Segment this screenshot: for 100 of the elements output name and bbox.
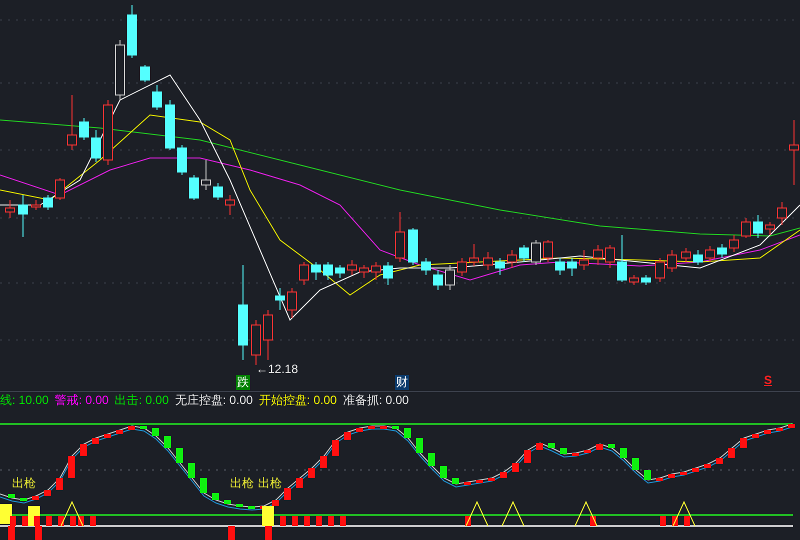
candlestick	[741, 218, 751, 238]
candlestick	[140, 64, 150, 82]
candlestick	[323, 262, 333, 280]
candlestick	[383, 262, 393, 286]
indicator-bar	[92, 438, 99, 444]
sell-signal-label: S	[764, 373, 772, 387]
candlestick	[693, 250, 703, 266]
indicator-bar	[452, 478, 459, 484]
candlestick	[127, 4, 137, 58]
indicator-value: 警戒: 0.00	[54, 392, 109, 408]
indicator-bar	[416, 438, 423, 453]
indicator-bar	[488, 478, 495, 481]
candlestick	[705, 246, 715, 262]
candlestick	[777, 202, 787, 226]
indicator-value: 线: 10.00	[0, 392, 49, 408]
indicator-bar	[692, 468, 699, 472]
indicator-bar	[56, 478, 63, 490]
indicator-bar	[8, 494, 15, 498]
indicator-bar	[428, 453, 435, 466]
indicator-bar	[764, 430, 771, 434]
candlestick	[457, 258, 467, 276]
indicator-bar	[644, 470, 651, 480]
indicator-bar	[176, 448, 183, 463]
signal-label: 出枪	[258, 476, 282, 490]
candlestick	[641, 274, 651, 286]
candlestick	[605, 244, 615, 268]
candlestick	[445, 264, 455, 290]
candlestick	[67, 94, 77, 150]
signal-bar	[340, 516, 346, 526]
indicator-bar	[308, 468, 315, 478]
signal-bar	[660, 516, 666, 526]
indicator-bar	[236, 504, 243, 507]
indicator-bar	[716, 458, 723, 464]
indicator-bar	[32, 496, 39, 500]
candlestick	[177, 144, 187, 176]
indicator-bar	[776, 428, 783, 431]
candlestick	[421, 258, 431, 276]
signal-bar	[684, 516, 690, 526]
event-marker: 跌	[236, 375, 250, 390]
candlestick	[433, 270, 443, 290]
candlestick	[263, 310, 273, 360]
indicator-bar	[584, 450, 591, 453]
candlestick	[729, 234, 739, 252]
indicator-bar	[560, 448, 567, 454]
signal-bar	[316, 516, 322, 526]
indicator-bar	[572, 453, 579, 456]
indicator-bar	[476, 480, 483, 483]
indicator-bar	[296, 478, 303, 488]
indicator-bar	[392, 426, 399, 429]
candlestick	[5, 200, 15, 218]
signal-bar	[292, 516, 298, 526]
indicator-bar	[212, 493, 219, 500]
candlestick	[311, 262, 321, 280]
candlestick	[765, 222, 775, 236]
candlestick	[531, 240, 541, 266]
indicator-bar	[152, 428, 159, 436]
indicator-bar	[68, 456, 75, 478]
candlestick	[225, 194, 235, 216]
indicator-bar	[620, 448, 627, 458]
candlestick	[115, 40, 125, 100]
candlestick	[359, 264, 369, 278]
candlestick	[593, 244, 603, 266]
indicator-bar	[440, 466, 447, 478]
indicator-bar	[740, 438, 747, 448]
indicator-bar	[248, 506, 255, 509]
indicator-bar	[680, 472, 687, 475]
signal-label: 出枪	[230, 476, 254, 490]
indicator-bar	[464, 482, 471, 485]
candlestick	[18, 194, 28, 238]
candlestick	[165, 100, 175, 150]
candlestick	[251, 320, 261, 366]
candlestick	[655, 258, 665, 282]
candlestick	[201, 160, 211, 190]
candlestick	[299, 262, 309, 286]
candlestick	[617, 234, 627, 282]
indicator-bar	[44, 490, 51, 496]
indicator-bar	[188, 463, 195, 478]
indicator-bar	[80, 444, 87, 456]
candlestick	[555, 258, 565, 276]
indicator-bar	[284, 488, 291, 500]
indicator-bar	[332, 440, 339, 456]
signal-bar	[90, 516, 96, 526]
candlestick	[152, 84, 162, 110]
candlestick	[519, 244, 529, 262]
indicator-bar	[344, 432, 351, 440]
candlestick	[667, 250, 677, 272]
candlestick	[335, 264, 345, 278]
indicator-bar	[272, 500, 279, 506]
indicator-bar	[20, 498, 27, 501]
indicator-bar	[320, 456, 327, 468]
indicator-bar	[224, 500, 231, 504]
candlestick	[717, 244, 727, 258]
indicator-bar	[536, 443, 543, 450]
indicator-bar	[368, 426, 375, 429]
candlestick	[275, 288, 285, 310]
candlestick	[567, 258, 577, 276]
candlestick	[55, 178, 65, 200]
indicator-bar	[404, 428, 411, 438]
signal-bar	[228, 526, 235, 540]
candlestick	[91, 130, 101, 162]
